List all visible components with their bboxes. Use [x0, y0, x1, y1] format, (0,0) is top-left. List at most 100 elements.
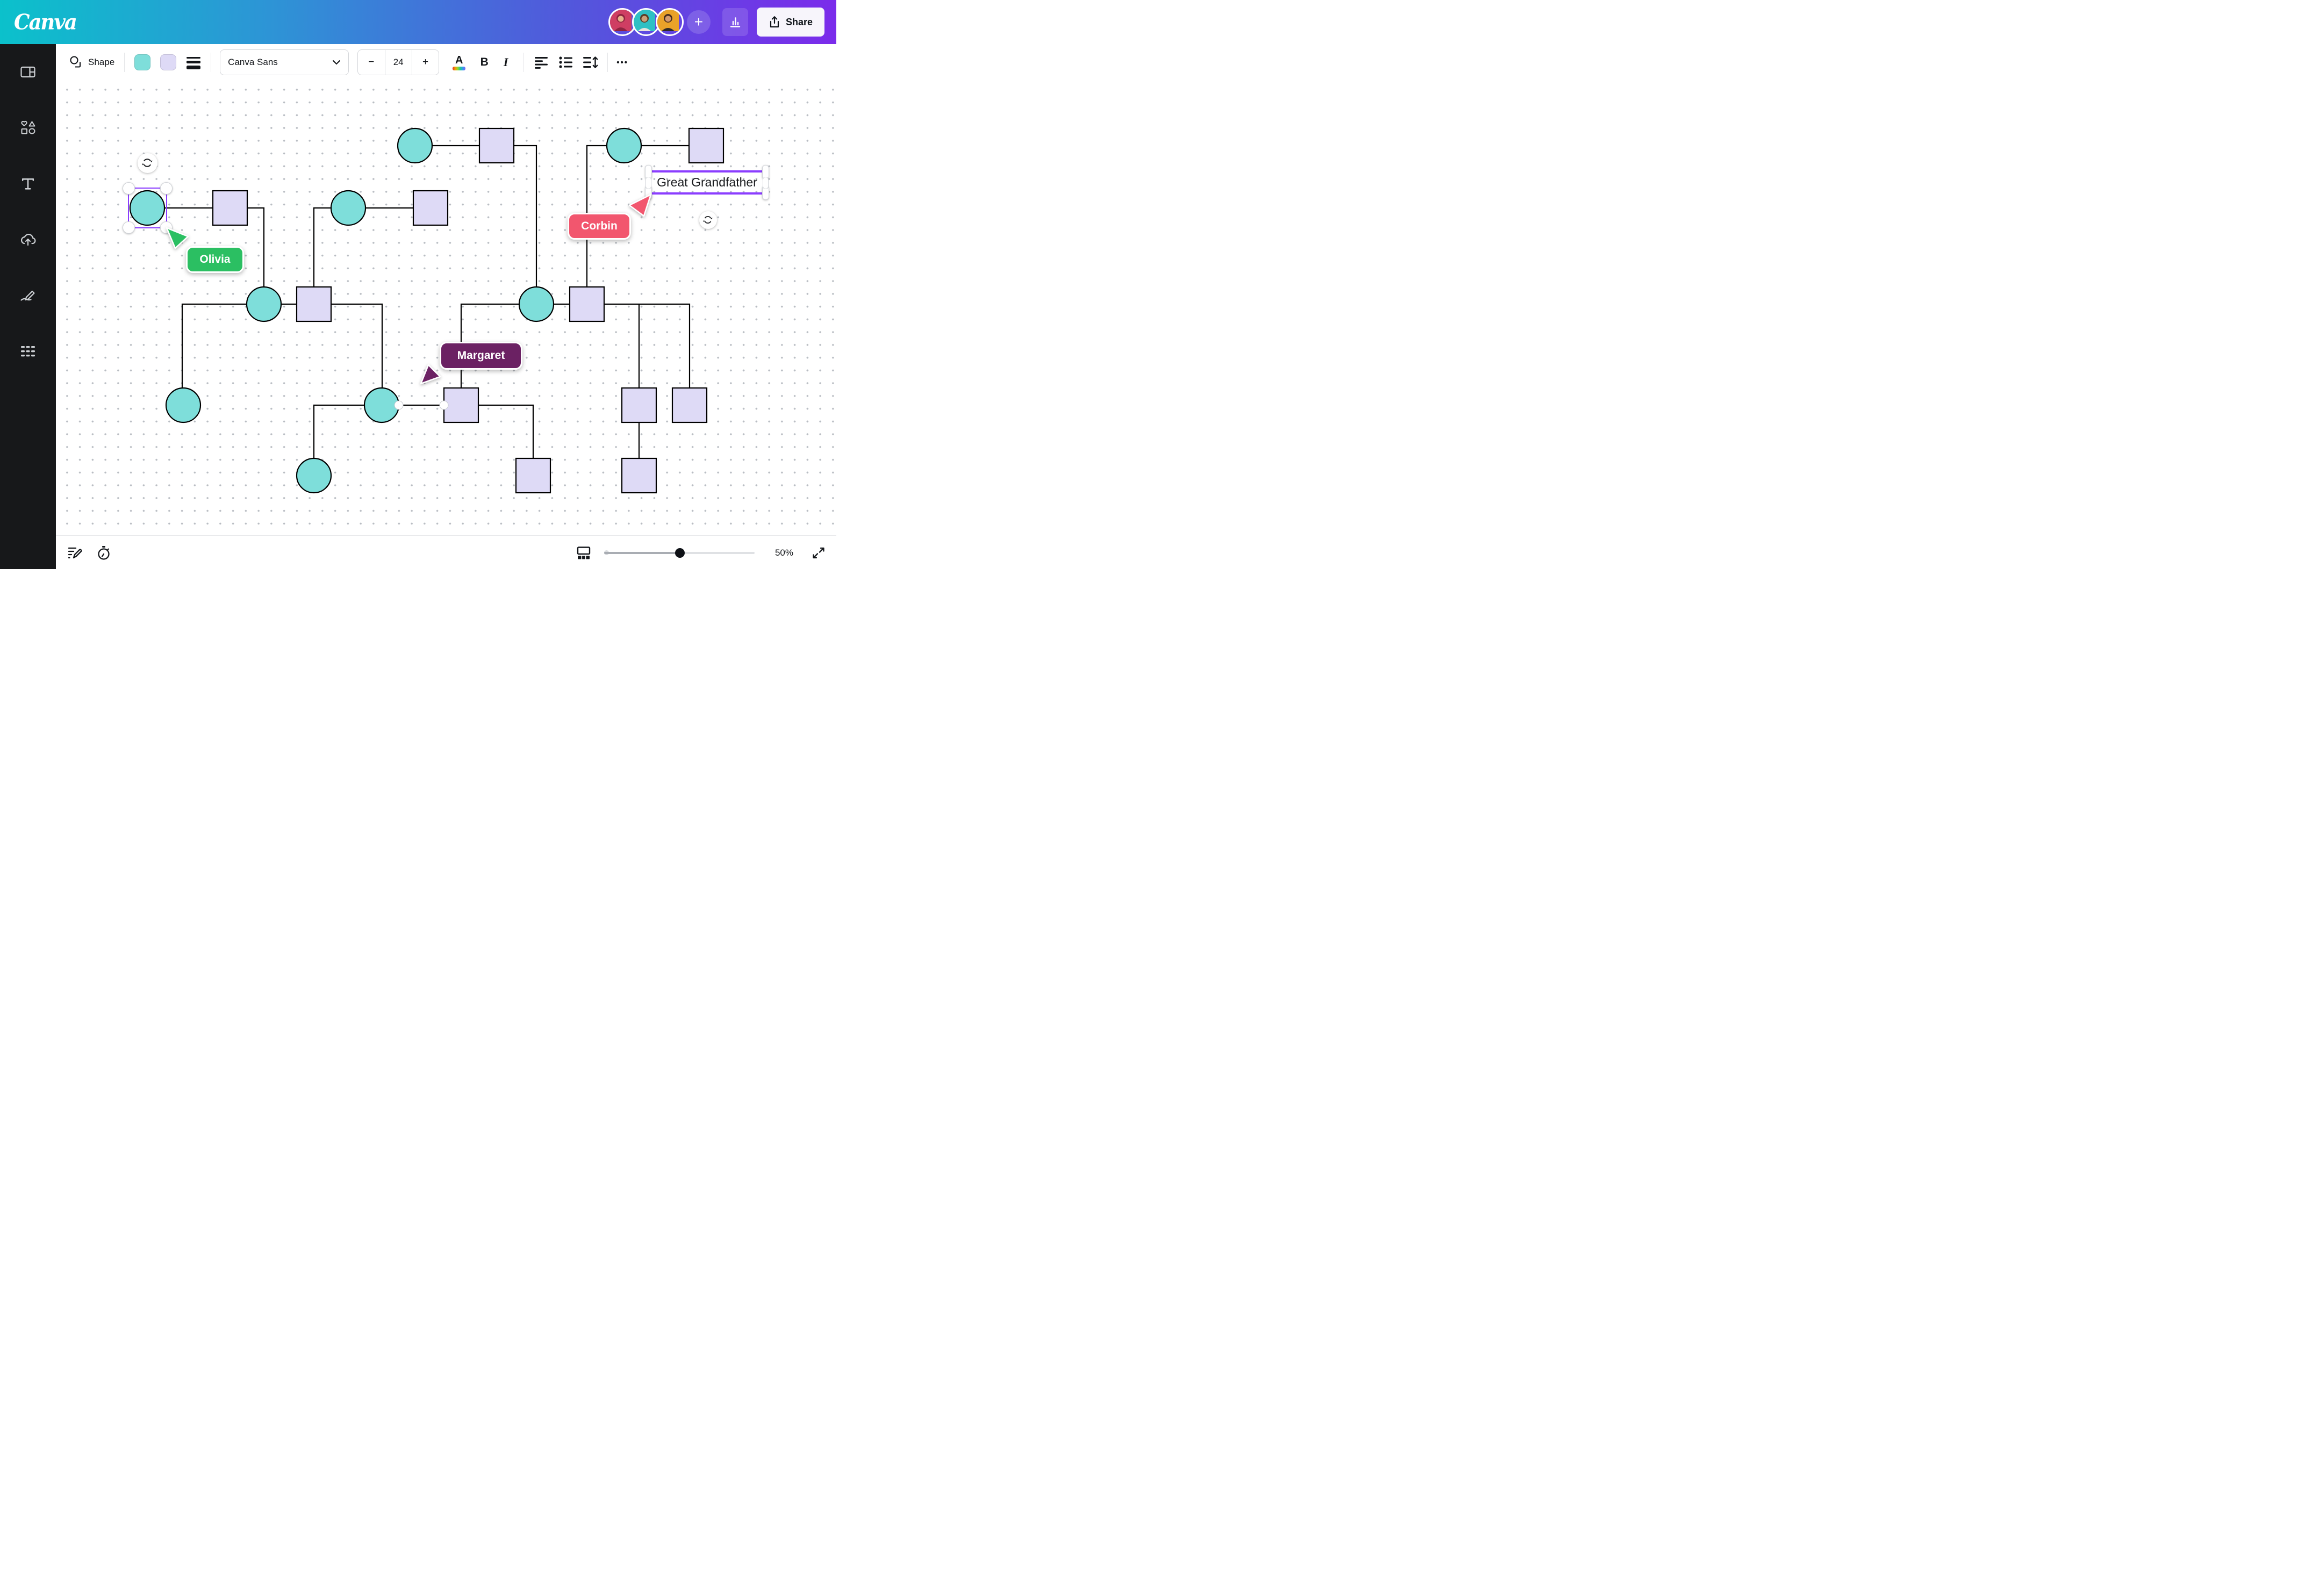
collaborator-name: Olivia [199, 253, 230, 266]
textbox-text[interactable]: Great Grandfather [657, 175, 757, 190]
family-circle[interactable] [519, 287, 554, 321]
bold-button[interactable]: B [474, 56, 495, 69]
zoom-slider-thumb[interactable] [675, 548, 685, 558]
connector-line[interactable] [182, 304, 247, 388]
family-square[interactable] [297, 287, 331, 321]
family-square[interactable] [570, 287, 604, 321]
format-toolbar: Shape Canva Sans − 24 + [56, 44, 836, 81]
connector-line[interactable] [331, 304, 382, 388]
notes-button[interactable] [68, 546, 83, 560]
family-square[interactable] [622, 388, 656, 422]
text-color-letter: A [455, 55, 463, 66]
zoom-slider[interactable] [604, 548, 755, 558]
share-upload-icon [769, 16, 780, 28]
rotate-icon [703, 215, 713, 225]
sidebar-item-uploads[interactable] [20, 232, 36, 247]
canva-editor: Canva [0, 0, 836, 569]
timer-button[interactable] [97, 545, 111, 560]
object-panel-rail [0, 44, 56, 569]
insights-button[interactable] [722, 8, 748, 36]
sidebar-item-text[interactable] [20, 176, 36, 191]
connection-handle[interactable] [394, 401, 403, 409]
family-square[interactable] [479, 128, 514, 163]
zoom-percentage[interactable]: 50% [775, 548, 793, 558]
family-circle[interactable] [607, 128, 641, 163]
family-square[interactable] [444, 388, 478, 422]
shape-type-button[interactable]: Shape [69, 55, 114, 69]
connector-line[interactable] [314, 405, 364, 458]
avatar-photo-1 [610, 10, 632, 31]
avatar-photo-2 [634, 10, 655, 31]
font-size-stepper: − 24 + [357, 49, 439, 75]
pages-grid-icon [576, 546, 591, 560]
family-circle[interactable] [247, 287, 281, 321]
shape-icon [69, 55, 83, 69]
connector-line[interactable] [514, 146, 536, 287]
share-button[interactable]: Share [757, 8, 824, 37]
fullscreen-button[interactable] [812, 546, 826, 560]
family-square[interactable] [516, 458, 550, 493]
sidebar-item-elements[interactable] [20, 120, 36, 135]
grid-view-button[interactable] [576, 546, 591, 560]
resize-handle-top-right[interactable] [160, 182, 173, 195]
notes-icon [68, 546, 83, 560]
spacing-icon [583, 56, 598, 69]
canva-logo[interactable]: Canva [14, 10, 76, 34]
family-circle[interactable] [364, 388, 399, 422]
family-circle[interactable] [166, 388, 200, 422]
rainbow-underline [453, 67, 465, 70]
font-size-value[interactable]: 24 [385, 50, 412, 75]
rotate-handle-textbox[interactable] [699, 211, 717, 229]
sidebar-item-design[interactable] [20, 64, 36, 80]
family-circle[interactable] [297, 458, 331, 493]
text-color-button[interactable]: A [450, 55, 468, 70]
text-align-button[interactable] [529, 56, 554, 69]
bar-chart-icon [729, 16, 742, 28]
circle-fill-swatch[interactable] [134, 54, 150, 70]
design-canvas[interactable]: Great Grandfather Olivia Mar [56, 81, 836, 535]
square-fill-swatch[interactable] [160, 54, 176, 70]
resize-handle-top-left[interactable] [123, 182, 135, 195]
top-bar: Canva [0, 0, 836, 44]
sidebar-item-draw[interactable] [20, 288, 36, 303]
share-label: Share [786, 17, 813, 28]
selection-frame[interactable] [128, 188, 167, 228]
family-square[interactable] [689, 128, 723, 163]
family-square[interactable] [622, 458, 656, 493]
text-handle-middle-right[interactable] [763, 177, 769, 189]
text-element-great-grandfather[interactable]: Great Grandfather [648, 170, 766, 195]
cursor-olivia [166, 227, 190, 251]
family-square[interactable] [213, 191, 247, 225]
expand-arrows-icon [812, 546, 826, 560]
collaborator-avatar-3[interactable] [656, 8, 684, 36]
italic-button[interactable]: I [495, 55, 517, 69]
collaborator-label-margaret: Margaret [440, 342, 522, 370]
design-icon [20, 66, 35, 78]
more-options-button[interactable]: ••• [608, 58, 637, 67]
list-icon [559, 56, 573, 69]
family-circle[interactable] [398, 128, 432, 163]
family-square[interactable] [672, 388, 707, 422]
font-size-decrease[interactable]: − [358, 50, 384, 75]
connector-line[interactable] [247, 208, 264, 287]
family-circle[interactable] [331, 191, 365, 225]
connector-line[interactable] [478, 405, 533, 459]
bullet-list-button[interactable] [554, 56, 578, 69]
connector-line[interactable] [604, 304, 690, 388]
connector-line[interactable] [314, 208, 331, 287]
add-collaborator-button[interactable]: + [687, 10, 711, 34]
line-spacing-button[interactable] [578, 56, 603, 69]
text-handle-middle-left[interactable] [645, 177, 651, 189]
connection-handle[interactable] [440, 401, 448, 409]
elements-icon [20, 120, 35, 135]
draw-pen-icon [20, 289, 36, 303]
rotate-handle-circle[interactable] [138, 153, 157, 173]
align-left-icon [534, 56, 548, 69]
family-square[interactable] [413, 191, 448, 225]
font-family-select[interactable]: Canva Sans [220, 49, 349, 75]
font-size-increase[interactable]: + [412, 50, 439, 75]
border-weight-icon[interactable] [186, 55, 201, 69]
collaborator-name: Corbin [581, 220, 618, 233]
resize-handle-bottom-left[interactable] [123, 221, 135, 234]
sidebar-item-apps[interactable] [20, 344, 36, 359]
